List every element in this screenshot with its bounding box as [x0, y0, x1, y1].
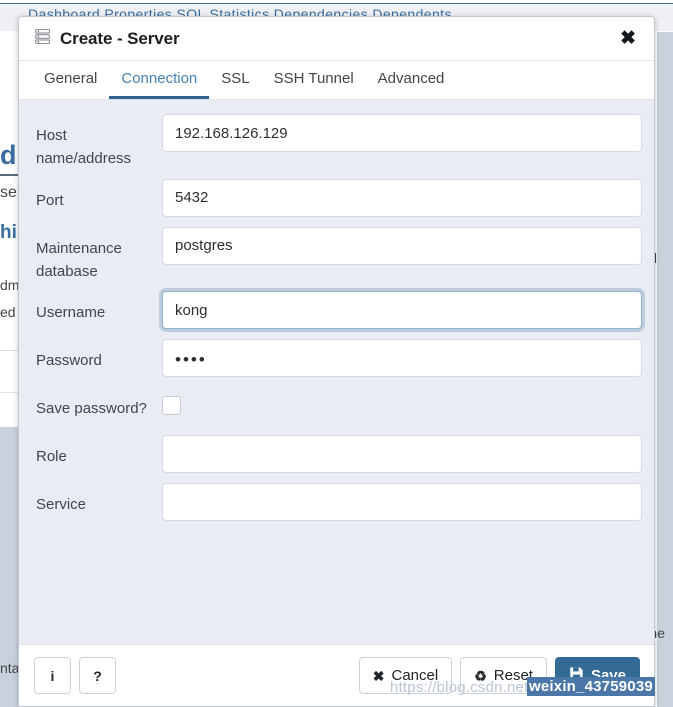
cancel-button[interactable]: ✖ Cancel	[358, 657, 453, 694]
background-left-text-bottom: nta	[0, 660, 20, 676]
cancel-button-label: Cancel	[391, 667, 439, 684]
recycle-icon: ♻	[474, 667, 487, 684]
background-left-text-4: ed	[0, 304, 16, 320]
password-masked-value: ••••	[175, 349, 207, 369]
field-row-save-password: Save password?	[19, 387, 646, 427]
dialog-title: Create - Server	[34, 28, 180, 50]
maintenance-database-label: Maintenance database	[36, 239, 122, 280]
floppy-disk-icon	[569, 666, 584, 685]
background-top-border	[0, 0, 673, 4]
tab-advanced[interactable]: Advanced	[366, 61, 457, 99]
close-x-icon: ✖	[372, 667, 385, 684]
background-left-text-3: dm	[0, 277, 20, 293]
info-button[interactable]: i	[34, 657, 71, 694]
tab-ssl[interactable]: SSL	[209, 61, 261, 99]
tab-connection[interactable]: Connection	[109, 61, 210, 99]
dialog-footer: i ? ✖ Cancel ♻ Reset Save	[19, 644, 654, 706]
port-input[interactable]: 5432	[162, 178, 642, 217]
connection-form: Host name/address 192.168.126.129 Port 5…	[19, 100, 654, 644]
reset-button-label: Reset	[493, 667, 533, 684]
field-row-maintenance-database: Maintenance database postgres	[19, 226, 646, 284]
username-label: Username	[36, 304, 106, 321]
field-row-service: Service	[19, 483, 646, 523]
server-icon	[34, 28, 51, 50]
username-input[interactable]: kong	[162, 291, 642, 329]
role-label: Role	[36, 448, 67, 465]
info-icon: i	[50, 667, 55, 684]
background-right-panel	[657, 32, 673, 707]
tab-ssh-tunnel[interactable]: SSH Tunnel	[262, 61, 366, 99]
dialog-header: Create - Server ✖	[19, 17, 654, 61]
field-row-username: Username kong	[19, 291, 646, 331]
save-password-checkbox[interactable]	[162, 396, 181, 415]
role-input[interactable]	[162, 435, 642, 473]
host-label: Host name/address	[36, 127, 132, 168]
create-server-dialog: Create - Server ✖ General Connection SSL…	[18, 16, 655, 707]
field-row-password: Password ••••	[19, 339, 646, 379]
save-password-control	[162, 387, 646, 415]
field-row-port: Port 5432	[19, 178, 646, 219]
save-button-label: Save	[590, 667, 626, 684]
dialog-title-label: Create - Server	[60, 28, 180, 48]
service-input[interactable]	[162, 483, 642, 521]
save-password-label: Save password?	[36, 400, 147, 417]
port-label: Port	[36, 191, 64, 209]
save-button[interactable]: Save	[554, 657, 640, 694]
password-label: Password	[36, 352, 102, 369]
question-mark-icon: ?	[93, 667, 102, 684]
maintenance-database-input[interactable]: postgres	[162, 226, 642, 265]
field-row-role: Role	[19, 435, 646, 475]
field-row-host: Host name/address 192.168.126.129	[19, 114, 646, 171]
host-input[interactable]: 192.168.126.129	[162, 114, 642, 152]
help-button[interactable]: ?	[79, 657, 116, 694]
dialog-tabbar: General Connection SSL SSH Tunnel Advanc…	[19, 61, 654, 100]
service-label: Service	[36, 496, 87, 513]
tab-general[interactable]: General	[32, 61, 109, 99]
password-input[interactable]: ••••	[162, 339, 642, 377]
reset-button[interactable]: ♻ Reset	[460, 657, 547, 694]
close-icon[interactable]: ✖	[616, 27, 640, 50]
